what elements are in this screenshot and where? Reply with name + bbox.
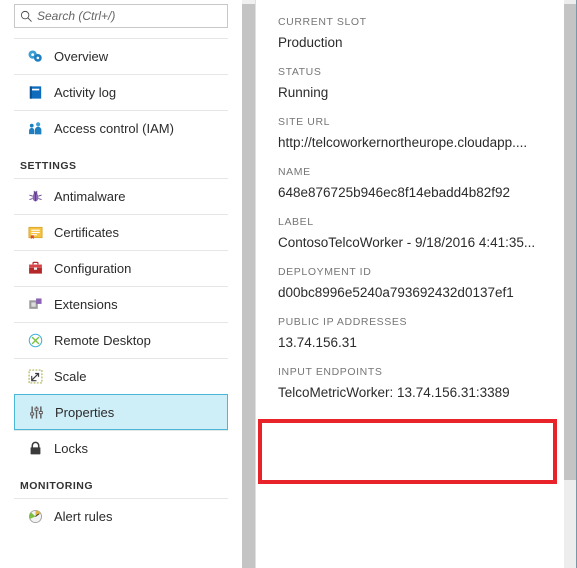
property-key: SITE URL — [278, 116, 331, 128]
sidebar-item-scale[interactable]: Scale — [14, 358, 228, 394]
property-value: d00bc8996e5240a793692432d0137ef1 — [278, 285, 514, 300]
sidebar-item-label: Certificates — [54, 225, 120, 240]
property-value: 648e876725b946ec8f14ebadd4b82f92 — [278, 185, 510, 200]
antimalware-bug-icon — [20, 188, 50, 205]
azure-portal-properties-blade: Overview Activity log — [0, 0, 577, 568]
nav-settings-list: Antimalware Certificates Configuration E… — [0, 178, 242, 466]
nav-panel-scrollbar[interactable] — [242, 0, 255, 568]
property-name: NAME 648e876725b946ec8f14ebadd4b82f92 — [278, 166, 564, 200]
sidebar-item-label: Overview — [54, 49, 109, 64]
alert-rules-gauge-icon — [20, 508, 50, 525]
property-key: STATUS — [278, 66, 322, 78]
detail-panel-scrollbar[interactable] — [564, 0, 576, 568]
sidebar-item-label: Configuration — [54, 261, 132, 276]
properties-detail-panel: CURRENT SLOT Production STATUS Running S… — [256, 0, 564, 568]
search-box[interactable] — [14, 4, 228, 28]
properties-sliders-icon — [21, 404, 51, 421]
resource-menu-panel: Overview Activity log — [0, 0, 242, 568]
sidebar-item-label: Alert rules — [54, 509, 113, 524]
sidebar-item-label: Access control (IAM) — [54, 121, 174, 136]
search-icon — [15, 10, 37, 23]
property-current-slot: CURRENT SLOT Production — [278, 16, 564, 50]
sidebar-item-label: Antimalware — [54, 189, 126, 204]
scale-icon — [20, 368, 50, 385]
sidebar-item-antimalware[interactable]: Antimalware — [14, 178, 228, 214]
nav-primary-list: Overview Activity log Access control (IA… — [0, 38, 242, 146]
access-control-people-icon — [20, 120, 50, 137]
property-label: LABEL ContosoTelcoWorker - 9/18/2016 4:4… — [278, 216, 564, 250]
property-input-endpoints: INPUT ENDPOINTS TelcoMetricWorker: 13.74… — [278, 366, 564, 400]
property-value: ContosoTelcoWorker - 9/18/2016 4:41:35..… — [278, 235, 536, 250]
properties-list: CURRENT SLOT Production STATUS Running S… — [256, 16, 564, 400]
nav-monitoring-list: Alert rules — [0, 498, 242, 534]
certificate-icon — [20, 224, 50, 241]
property-key: CURRENT SLOT — [278, 16, 367, 28]
property-value: Running — [278, 85, 329, 100]
sidebar-item-label: Extensions — [54, 297, 118, 312]
property-key: DEPLOYMENT ID — [278, 266, 372, 278]
property-status: STATUS Running — [278, 66, 564, 100]
sidebar-item-label: Remote Desktop — [54, 333, 151, 348]
property-public-ip-addresses: PUBLIC IP ADDRESSES 13.74.156.31 — [278, 316, 564, 350]
nav-section-settings-title: SETTINGS — [20, 160, 77, 172]
sidebar-item-label: Activity log — [54, 85, 117, 100]
activity-log-book-icon — [20, 84, 50, 101]
sidebar-item-access-control[interactable]: Access control (IAM) — [14, 110, 228, 146]
property-value: 13.74.156.31 — [278, 335, 357, 350]
property-deployment-id: DEPLOYMENT ID d00bc8996e5240a793692432d0… — [278, 266, 564, 300]
sidebar-item-overview[interactable]: Overview — [14, 38, 228, 74]
property-site-url: SITE URL http://telcoworkernortheurope.c… — [278, 116, 564, 150]
sidebar-item-certificates[interactable]: Certificates — [14, 214, 228, 250]
sidebar-item-label: Scale — [54, 369, 87, 384]
sidebar-item-label: Locks — [54, 441, 88, 456]
nav-panel-scrollbar-thumb[interactable] — [242, 4, 255, 568]
property-key: PUBLIC IP ADDRESSES — [278, 316, 408, 328]
detail-panel-scrollbar-thumb[interactable] — [564, 4, 576, 480]
property-key: INPUT ENDPOINTS — [278, 366, 383, 378]
overview-cloud-icon — [20, 48, 50, 65]
sidebar-item-remote-desktop[interactable]: Remote Desktop — [14, 322, 228, 358]
property-value: TelcoMetricWorker: 13.74.156.31:3389 — [278, 385, 510, 400]
locks-padlock-icon — [20, 440, 50, 457]
remote-desktop-icon — [20, 332, 50, 349]
extensions-icon — [20, 296, 50, 313]
sidebar-item-configuration[interactable]: Configuration — [14, 250, 228, 286]
property-key: LABEL — [278, 216, 314, 228]
property-value: Production — [278, 35, 343, 50]
sidebar-item-activity-log[interactable]: Activity log — [14, 74, 228, 110]
sidebar-item-extensions[interactable]: Extensions — [14, 286, 228, 322]
property-key: NAME — [278, 166, 311, 178]
sidebar-item-properties[interactable]: Properties — [14, 394, 228, 430]
nav-section-monitoring-title: MONITORING — [20, 480, 94, 492]
property-value: http://telcoworkernortheurope.cloudapp..… — [278, 135, 528, 150]
configuration-toolbox-icon — [20, 260, 50, 277]
sidebar-item-label: Properties — [55, 404, 115, 420]
sidebar-item-locks[interactable]: Locks — [14, 430, 228, 466]
sidebar-item-alert-rules[interactable]: Alert rules — [14, 498, 228, 534]
search-input[interactable] — [37, 9, 227, 23]
